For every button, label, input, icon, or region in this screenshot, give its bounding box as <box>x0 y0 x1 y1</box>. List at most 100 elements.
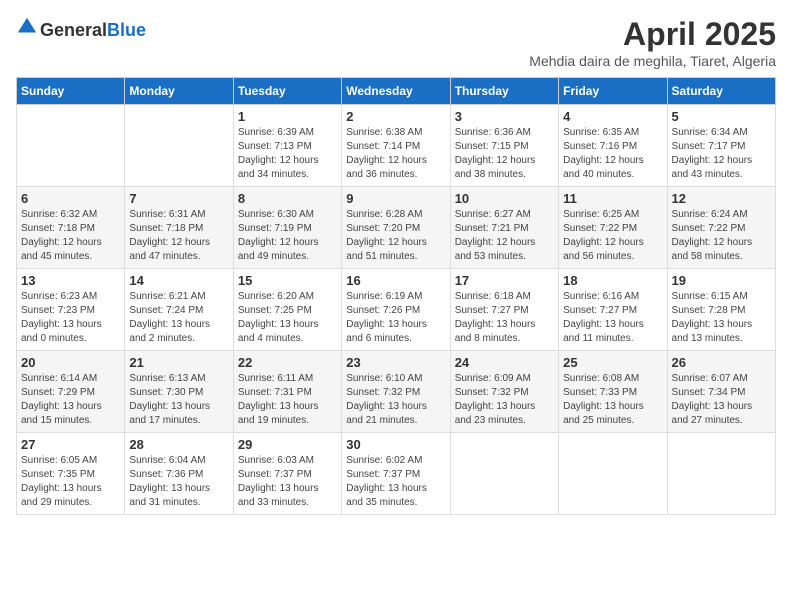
day-number: 30 <box>346 437 445 452</box>
day-number: 27 <box>21 437 120 452</box>
logo-icon <box>16 16 38 38</box>
day-header-thursday: Thursday <box>450 78 558 105</box>
day-number: 4 <box>563 109 662 124</box>
calendar-cell: 10 Sunrise: 6:27 AM Sunset: 7:21 PM Dayli… <box>450 187 558 269</box>
day-header-wednesday: Wednesday <box>342 78 450 105</box>
day-number: 25 <box>563 355 662 370</box>
calendar-cell: 2Sunrise: 6:38 AM Sunset: 7:14 PM Daylig… <box>342 105 450 187</box>
day-info: Sunrise: 6:08 AM Sunset: 7:33 PM Dayligh… <box>563 372 662 428</box>
logo: GeneralBlue <box>16 16 146 45</box>
week-row-2: 6 Sunrise: 6:32 AM Sunset: 7:18 PM Daylig… <box>17 187 776 269</box>
day-header-tuesday: Tuesday <box>233 78 341 105</box>
calendar-cell: 4 Sunrise: 6:35 AM Sunset: 7:16 PM Daylig… <box>559 105 667 187</box>
day-info: Sunrise: 6:02 AM Sunset: 7:37 PM Dayligh… <box>346 454 445 510</box>
calendar-cell: 22 Sunrise: 6:11 AM Sunset: 7:31 PM Dayli… <box>233 351 341 433</box>
day-number: 9 <box>346 191 445 206</box>
day-info: Sunrise: 6:30 AM Sunset: 7:19 PM Dayligh… <box>238 208 337 264</box>
calendar-cell: 14 Sunrise: 6:21 AM Sunset: 7:24 PM Dayli… <box>125 269 233 351</box>
day-number: 28 <box>129 437 228 452</box>
day-info: Sunrise: 6:25 AM Sunset: 7:22 PM Dayligh… <box>563 208 662 264</box>
day-number: 11 <box>563 191 662 206</box>
day-info: Sunrise: 6:13 AM Sunset: 7:30 PM Dayligh… <box>129 372 228 428</box>
calendar-cell: 3 Sunrise: 6:36 AM Sunset: 7:15 PM Daylig… <box>450 105 558 187</box>
day-number: 17 <box>455 273 554 288</box>
calendar-cell: 16 Sunrise: 6:19 AM Sunset: 7:26 PM Dayli… <box>342 269 450 351</box>
day-number: 5 <box>672 109 771 124</box>
day-info: Sunrise: 6:23 AM Sunset: 7:23 PM Dayligh… <box>21 290 120 346</box>
calendar-cell: 13 Sunrise: 6:23 AM Sunset: 7:23 PM Dayli… <box>17 269 125 351</box>
day-number: 7 <box>129 191 228 206</box>
day-info: Sunrise: 6:14 AM Sunset: 7:29 PM Dayligh… <box>21 372 120 428</box>
day-header-sunday: Sunday <box>17 78 125 105</box>
day-number: 3 <box>455 109 554 124</box>
calendar-cell: 7 Sunrise: 6:31 AM Sunset: 7:18 PM Daylig… <box>125 187 233 269</box>
day-number: 21 <box>129 355 228 370</box>
day-info: Sunrise: 6:19 AM Sunset: 7:26 PM Dayligh… <box>346 290 445 346</box>
day-header-saturday: Saturday <box>667 78 775 105</box>
page-header: GeneralBlue April 2025 Mehdia daira de m… <box>16 16 776 69</box>
day-info: Sunrise: 6:03 AM Sunset: 7:37 PM Dayligh… <box>238 454 337 510</box>
day-number: 14 <box>129 273 228 288</box>
calendar-cell: 28 Sunrise: 6:04 AM Sunset: 7:36 PM Dayli… <box>125 433 233 515</box>
calendar-subtitle: Mehdia daira de meghila, Tiaret, Algeria <box>529 53 776 69</box>
day-info: Sunrise: 6:38 AM Sunset: 7:14 PM Dayligh… <box>346 126 445 182</box>
calendar-cell: 21 Sunrise: 6:13 AM Sunset: 7:30 PM Dayli… <box>125 351 233 433</box>
day-number: 10 <box>455 191 554 206</box>
day-info: Sunrise: 6:31 AM Sunset: 7:18 PM Dayligh… <box>129 208 228 264</box>
day-number: 22 <box>238 355 337 370</box>
calendar-cell: 29 Sunrise: 6:03 AM Sunset: 7:37 PM Dayli… <box>233 433 341 515</box>
day-number: 20 <box>21 355 120 370</box>
week-row-1: 1 Sunrise: 6:39 AM Sunset: 7:13 PM Daylig… <box>17 105 776 187</box>
day-info: Sunrise: 6:11 AM Sunset: 7:31 PM Dayligh… <box>238 372 337 428</box>
day-info: Sunrise: 6:32 AM Sunset: 7:18 PM Dayligh… <box>21 208 120 264</box>
week-row-5: 27 Sunrise: 6:05 AM Sunset: 7:35 PM Dayli… <box>17 433 776 515</box>
day-info: Sunrise: 6:21 AM Sunset: 7:24 PM Dayligh… <box>129 290 228 346</box>
calendar-cell: 24 Sunrise: 6:09 AM Sunset: 7:32 PM Dayli… <box>450 351 558 433</box>
week-row-3: 13 Sunrise: 6:23 AM Sunset: 7:23 PM Dayli… <box>17 269 776 351</box>
calendar-cell <box>125 105 233 187</box>
day-info: Sunrise: 6:28 AM Sunset: 7:20 PM Dayligh… <box>346 208 445 264</box>
calendar-cell: 18Sunrise: 6:16 AM Sunset: 7:27 PM Dayli… <box>559 269 667 351</box>
day-info: Sunrise: 6:36 AM Sunset: 7:15 PM Dayligh… <box>455 126 554 182</box>
day-number: 12 <box>672 191 771 206</box>
calendar-cell: 12 Sunrise: 6:24 AM Sunset: 7:22 PM Dayli… <box>667 187 775 269</box>
calendar-cell <box>559 433 667 515</box>
logo-text-blue: Blue <box>107 20 146 40</box>
day-number: 16 <box>346 273 445 288</box>
day-info: Sunrise: 6:05 AM Sunset: 7:35 PM Dayligh… <box>21 454 120 510</box>
calendar-cell: 8Sunrise: 6:30 AM Sunset: 7:19 PM Daylig… <box>233 187 341 269</box>
day-number: 13 <box>21 273 120 288</box>
day-info: Sunrise: 6:27 AM Sunset: 7:21 PM Dayligh… <box>455 208 554 264</box>
calendar-cell <box>667 433 775 515</box>
day-info: Sunrise: 6:20 AM Sunset: 7:25 PM Dayligh… <box>238 290 337 346</box>
day-info: Sunrise: 6:09 AM Sunset: 7:32 PM Dayligh… <box>455 372 554 428</box>
days-header-row: SundayMondayTuesdayWednesdayThursdayFrid… <box>17 78 776 105</box>
day-info: Sunrise: 6:04 AM Sunset: 7:36 PM Dayligh… <box>129 454 228 510</box>
day-number: 26 <box>672 355 771 370</box>
day-number: 23 <box>346 355 445 370</box>
day-number: 29 <box>238 437 337 452</box>
day-number: 24 <box>455 355 554 370</box>
day-info: Sunrise: 6:34 AM Sunset: 7:17 PM Dayligh… <box>672 126 771 182</box>
week-row-4: 20 Sunrise: 6:14 AM Sunset: 7:29 PM Dayli… <box>17 351 776 433</box>
calendar-cell <box>17 105 125 187</box>
day-info: Sunrise: 6:24 AM Sunset: 7:22 PM Dayligh… <box>672 208 771 264</box>
calendar-cell: 11 Sunrise: 6:25 AM Sunset: 7:22 PM Dayli… <box>559 187 667 269</box>
day-number: 6 <box>21 191 120 206</box>
day-info: Sunrise: 6:07 AM Sunset: 7:34 PM Dayligh… <box>672 372 771 428</box>
calendar-cell: 9 Sunrise: 6:28 AM Sunset: 7:20 PM Daylig… <box>342 187 450 269</box>
day-info: Sunrise: 6:10 AM Sunset: 7:32 PM Dayligh… <box>346 372 445 428</box>
day-header-friday: Friday <box>559 78 667 105</box>
calendar-cell: 1 Sunrise: 6:39 AM Sunset: 7:13 PM Daylig… <box>233 105 341 187</box>
day-info: Sunrise: 6:18 AM Sunset: 7:27 PM Dayligh… <box>455 290 554 346</box>
calendar-cell: 19Sunrise: 6:15 AM Sunset: 7:28 PM Dayli… <box>667 269 775 351</box>
calendar-cell: 17 Sunrise: 6:18 AM Sunset: 7:27 PM Dayli… <box>450 269 558 351</box>
day-number: 19 <box>672 273 771 288</box>
day-info: Sunrise: 6:39 AM Sunset: 7:13 PM Dayligh… <box>238 126 337 182</box>
calendar-cell: 23 Sunrise: 6:10 AM Sunset: 7:32 PM Dayli… <box>342 351 450 433</box>
title-block: April 2025 Mehdia daira de meghila, Tiar… <box>529 16 776 69</box>
day-number: 1 <box>238 109 337 124</box>
calendar-cell: 26 Sunrise: 6:07 AM Sunset: 7:34 PM Dayli… <box>667 351 775 433</box>
day-info: Sunrise: 6:35 AM Sunset: 7:16 PM Dayligh… <box>563 126 662 182</box>
calendar-cell: 15Sunrise: 6:20 AM Sunset: 7:25 PM Dayli… <box>233 269 341 351</box>
